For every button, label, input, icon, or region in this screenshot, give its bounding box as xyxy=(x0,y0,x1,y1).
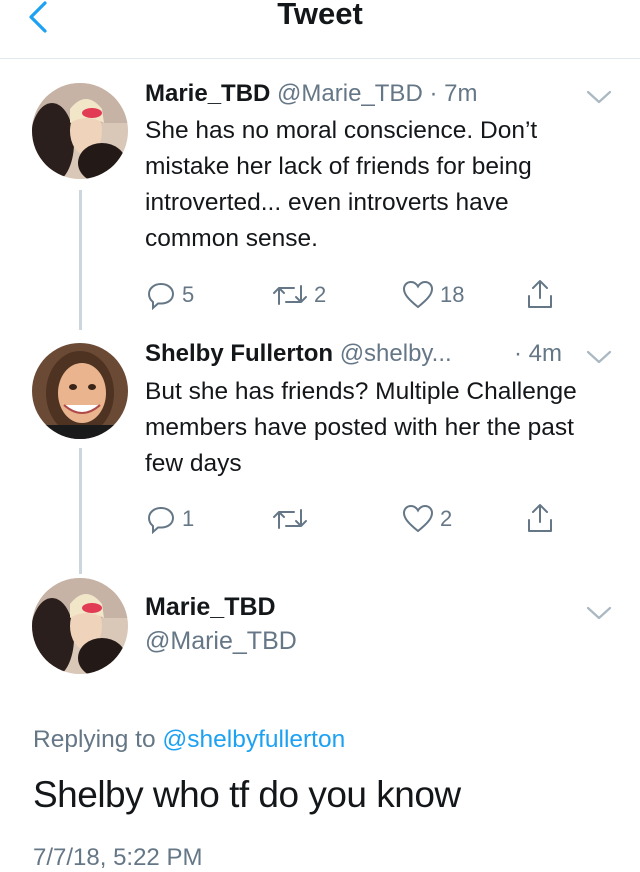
heart-icon xyxy=(402,504,434,533)
like-count: 2 xyxy=(440,506,453,531)
reply-icon xyxy=(147,282,175,310)
display-name[interactable]: Marie_TBD xyxy=(145,80,270,107)
replying-to-label: Replying to xyxy=(33,726,163,753)
retweet-icon xyxy=(273,285,307,305)
like-button[interactable]: 2 xyxy=(402,504,452,534)
reply-button[interactable]: 1 xyxy=(146,504,194,534)
tweet-menu-button[interactable] xyxy=(586,89,612,105)
heart-icon xyxy=(402,280,434,309)
tweet-time: · 4m xyxy=(514,340,562,367)
share-button[interactable] xyxy=(524,502,556,534)
handle-and-time: @Marie_TBD · 7m xyxy=(277,80,478,107)
share-button[interactable] xyxy=(524,278,556,310)
tweet-header: Shelby Fullerton @shelby... xyxy=(145,340,452,368)
like-count: 18 xyxy=(440,282,465,307)
thread-connector-line xyxy=(79,448,82,574)
avatar[interactable] xyxy=(32,83,128,179)
main-tweet-text: Shelby who tf do you know xyxy=(33,774,461,815)
display-name[interactable]: Shelby Fullerton xyxy=(145,340,333,367)
avatar[interactable] xyxy=(32,343,128,439)
tweet-text: But she has friends? Multiple Challenge … xyxy=(145,378,577,477)
like-button[interactable]: 18 xyxy=(402,280,464,310)
thread-connector-line xyxy=(79,190,82,330)
chevron-down-icon xyxy=(586,90,612,104)
tweet-menu-button[interactable] xyxy=(586,605,612,621)
retweet-button[interactable] xyxy=(272,504,314,534)
mention-link[interactable]: @shelbyfullerton xyxy=(162,726,345,753)
top-nav-bar: Tweet xyxy=(0,0,640,59)
tweet-menu-button[interactable] xyxy=(586,349,612,365)
handle: @shelby... xyxy=(339,340,452,367)
page-title: Tweet xyxy=(277,0,363,31)
handle[interactable]: @Marie_TBD xyxy=(145,627,297,656)
chevron-down-icon xyxy=(586,606,612,620)
retweet-count: 2 xyxy=(314,282,327,307)
reply-icon xyxy=(147,506,175,534)
replying-to-line: Replying to @shelbyfullerton xyxy=(33,726,345,754)
share-icon xyxy=(528,504,552,532)
share-icon xyxy=(528,280,552,308)
tweet-timestamp: 7/7/18, 5:22 PM xyxy=(33,844,203,871)
reply-count: 1 xyxy=(182,506,195,531)
tweet-header: Marie_TBD @Marie_TBD · 7m xyxy=(145,80,477,108)
retweet-icon xyxy=(273,509,307,529)
display-name[interactable]: Marie_TBD xyxy=(145,593,276,622)
reply-button[interactable]: 5 xyxy=(146,280,194,310)
tweet-text: She has no moral conscience. Don’t mista… xyxy=(145,117,538,252)
chevron-down-icon xyxy=(586,350,612,364)
avatar[interactable] xyxy=(32,578,128,674)
retweet-button[interactable]: 2 xyxy=(272,280,326,310)
reply-count: 5 xyxy=(182,282,195,307)
